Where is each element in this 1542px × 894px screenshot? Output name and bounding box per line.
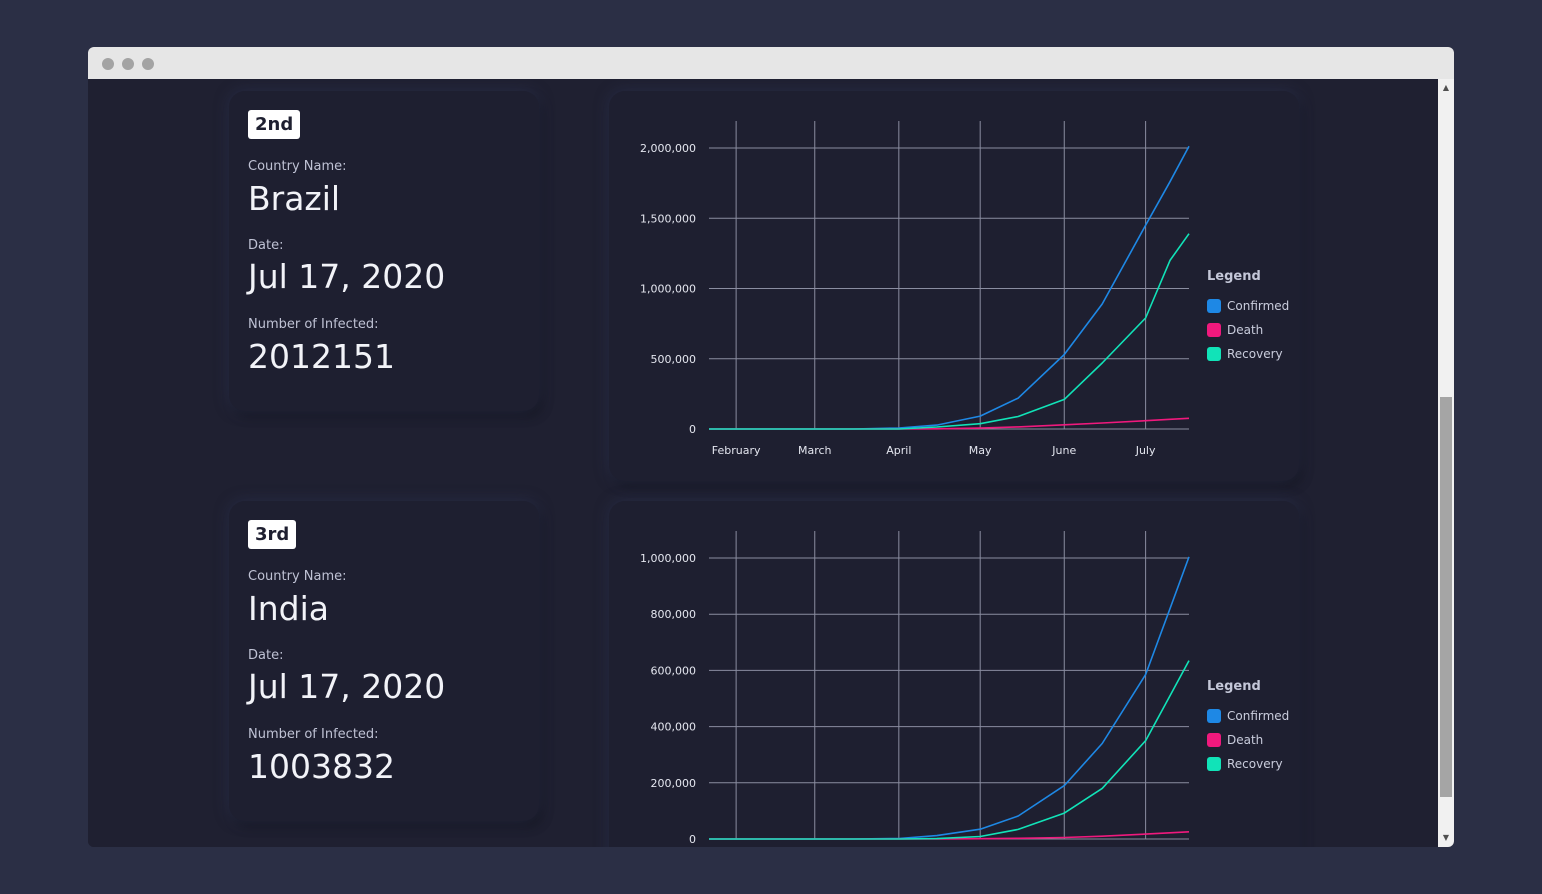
- infected-value: 1003832: [248, 747, 395, 786]
- window-dot-icon[interactable]: [142, 58, 154, 70]
- legend-item-death[interactable]: Death: [1207, 728, 1297, 752]
- series-line-death: [709, 417, 1190, 430]
- chart-legend: Legend Confirmed Death Recovery: [1207, 679, 1297, 776]
- infected-label: Number of Infected:: [248, 727, 379, 742]
- covid-chart-card: 0 200,000 400,000 600,000 800,000 1,000,000 Fe…: [609, 501, 1299, 847]
- window-dot-icon[interactable]: [122, 58, 134, 70]
- series-line-recovery: [709, 660, 1190, 840]
- legend-label: Recovery: [1227, 347, 1283, 361]
- country-name-label: Country Name:: [248, 569, 347, 584]
- recovery-swatch: [1207, 757, 1221, 771]
- y-tick-label: 2,000,000: [640, 142, 696, 155]
- scroll-down-arrow-icon[interactable]: ▼: [1438, 831, 1454, 845]
- infected-value: 2012151: [248, 337, 395, 376]
- y-tick-label: 400,000: [651, 721, 697, 734]
- browser-window: 2nd Country Name: Brazil Date: Jul 17, 2…: [88, 47, 1454, 847]
- confirmed-swatch: [1207, 299, 1221, 313]
- date-label: Date:: [248, 238, 284, 253]
- rank-badge: 2nd: [248, 110, 301, 139]
- x-tick-label: June: [1051, 444, 1076, 457]
- confirmed-swatch: [1207, 709, 1221, 723]
- page-content: 2nd Country Name: Brazil Date: Jul 17, 2…: [88, 79, 1438, 847]
- legend-item-confirmed[interactable]: Confirmed: [1207, 294, 1297, 318]
- y-tick-label: 1,000,000: [640, 283, 696, 296]
- legend-label: Death: [1227, 323, 1264, 337]
- scrollbar-thumb[interactable]: [1440, 397, 1452, 797]
- death-swatch: [1207, 323, 1221, 337]
- y-tick-label: 1,500,000: [640, 212, 696, 225]
- country-card: 2nd Country Name: Brazil Date: Jul 17, 2…: [229, 91, 539, 411]
- legend-item-recovery[interactable]: Recovery: [1207, 342, 1297, 366]
- death-swatch: [1207, 733, 1221, 747]
- x-tick-label: April: [886, 444, 911, 457]
- scroll-up-arrow-icon[interactable]: ▲: [1438, 81, 1454, 95]
- series-line-confirmed: [709, 145, 1190, 430]
- x-tick-label: July: [1135, 444, 1156, 457]
- y-tick-label: 800,000: [651, 608, 697, 621]
- series-line-recovery: [709, 233, 1190, 430]
- country-name: Brazil: [248, 179, 341, 218]
- legend-label: Recovery: [1227, 757, 1283, 771]
- covid-chart-card: 0 500,000 1,000,000 1,500,000 2,000,000 Febru…: [609, 91, 1299, 481]
- y-tick-label: 1,000,000: [640, 552, 696, 565]
- date-value: Jul 17, 2020: [248, 257, 446, 296]
- y-tick-label: 200,000: [651, 777, 697, 790]
- country-card: 3rd Country Name: India Date: Jul 17, 20…: [229, 501, 539, 821]
- country-name: India: [248, 589, 329, 628]
- line-chart: 0 500,000 1,000,000 1,500,000 2,000,000 Febru…: [640, 121, 1190, 457]
- rank-badge: 3rd: [248, 520, 297, 549]
- legend-label: Confirmed: [1227, 709, 1290, 723]
- line-chart: 0200,000400,000600,000800,0001,000,000Fe…: [640, 531, 1190, 846]
- y-tick-label: 0: [689, 423, 696, 436]
- x-tick-label: February: [712, 444, 761, 457]
- infected-label: Number of Infected:: [248, 317, 379, 332]
- x-tick-label: March: [798, 444, 832, 457]
- legend-title: Legend: [1207, 269, 1261, 284]
- legend-label: Confirmed: [1227, 299, 1290, 313]
- legend-item-recovery[interactable]: Recovery: [1207, 752, 1297, 776]
- y-tick-label: 500,000: [651, 353, 697, 366]
- legend-title: Legend: [1207, 679, 1261, 694]
- date-value: Jul 17, 2020: [248, 667, 446, 706]
- legend-item-death[interactable]: Death: [1207, 318, 1297, 342]
- y-tick-label: 600,000: [651, 664, 697, 677]
- y-tick-label: 0: [689, 833, 696, 846]
- date-label: Date:: [248, 648, 284, 663]
- window-dot-icon[interactable]: [102, 58, 114, 70]
- title-bar: [88, 47, 1454, 79]
- chart-legend: Legend Confirmed Death Recovery: [1207, 269, 1297, 366]
- series-line-confirmed: [709, 556, 1190, 840]
- recovery-swatch: [1207, 347, 1221, 361]
- country-name-label: Country Name:: [248, 159, 347, 174]
- x-tick-label: May: [969, 444, 992, 457]
- legend-item-confirmed[interactable]: Confirmed: [1207, 704, 1297, 728]
- legend-label: Death: [1227, 733, 1264, 747]
- vertical-scrollbar[interactable]: ▲ ▼: [1438, 79, 1454, 847]
